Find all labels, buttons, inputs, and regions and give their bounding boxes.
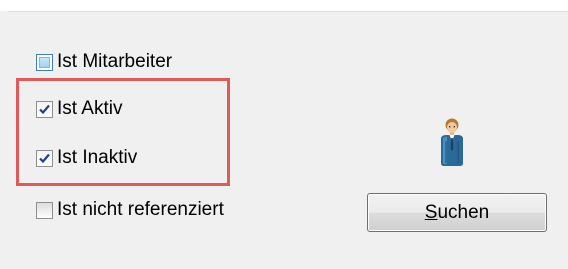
search-button-label: uchen <box>437 201 490 223</box>
checkbox-ist-nicht-referenziert[interactable]: Ist nicht referenziert <box>36 199 224 221</box>
checkbox-ist-mitarbeiter[interactable]: Ist Mitarbeiter <box>36 51 172 73</box>
checkbox-label: Ist Mitarbeiter <box>57 51 173 72</box>
person-icon <box>441 118 463 166</box>
top-divider <box>8 11 568 12</box>
checkbox-box[interactable] <box>36 201 53 219</box>
checkbox-label: Ist nicht referenziert <box>57 199 224 220</box>
search-button[interactable]: Suchen <box>367 193 547 232</box>
search-button-mnemonic: S <box>424 201 438 223</box>
highlight-box <box>16 78 230 186</box>
top-strip <box>0 0 568 11</box>
checkbox-box[interactable] <box>36 53 53 71</box>
